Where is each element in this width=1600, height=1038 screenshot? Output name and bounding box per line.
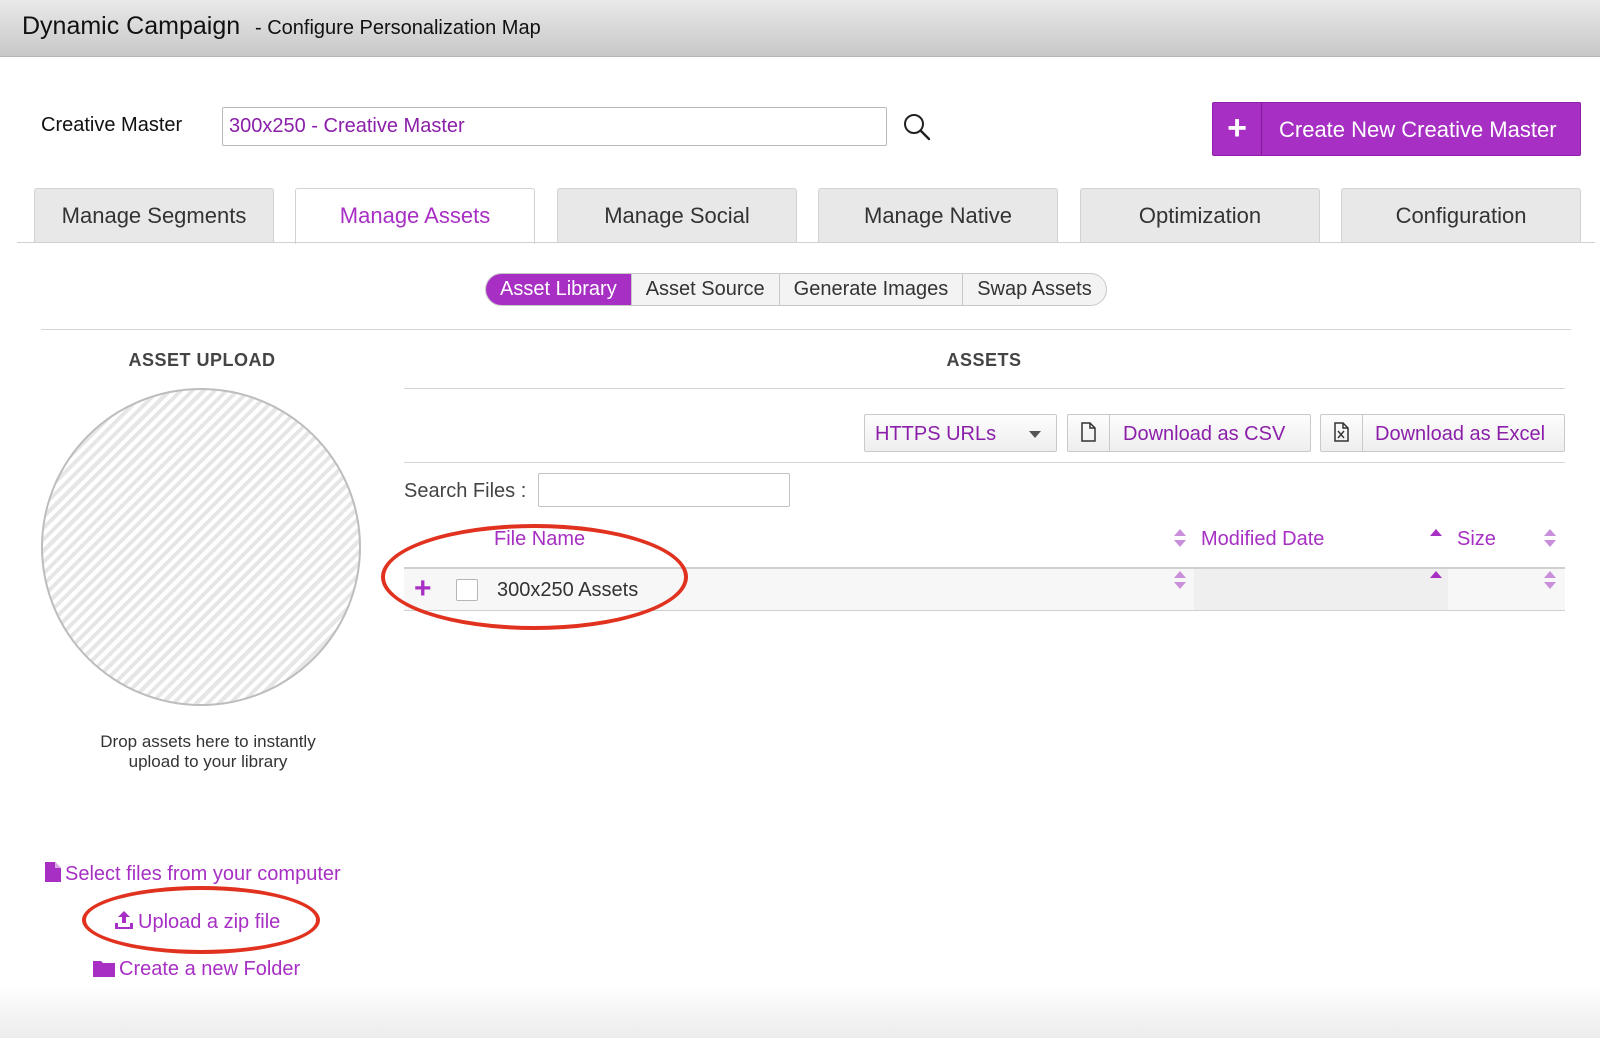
- tab-manage-assets[interactable]: Manage Assets: [295, 188, 535, 244]
- create-new-creative-master-button[interactable]: + Create New Creative Master: [1212, 102, 1581, 156]
- download-excel-button[interactable]: Download as Excel: [1320, 414, 1565, 452]
- sort-icon[interactable]: [1544, 529, 1556, 547]
- excel-file-icon: [1321, 415, 1363, 451]
- tab-manage-social[interactable]: Manage Social: [557, 188, 797, 243]
- sort-asc-icon[interactable]: [1430, 529, 1442, 547]
- table-row[interactable]: + 300x250 Assets: [404, 569, 1565, 611]
- search-files-label: Search Files :: [404, 480, 527, 502]
- create-folder-label: Create a new Folder: [119, 958, 301, 980]
- title-bar: Dynamic Campaign - Configure Personaliza…: [0, 0, 1600, 57]
- caret-down-icon: [1029, 431, 1041, 438]
- sort-icon: [1174, 571, 1186, 589]
- row-checkbox[interactable]: [456, 579, 478, 601]
- footer-bar: [0, 985, 1600, 1038]
- document-icon: [1068, 415, 1110, 451]
- subtab-asset-source[interactable]: Asset Source: [632, 274, 780, 305]
- expand-folder-icon[interactable]: +: [414, 572, 432, 606]
- modified-date-cell: [1194, 569, 1448, 610]
- magnifier-icon[interactable]: [902, 112, 932, 142]
- url-type-value: HTTPS URLs: [875, 423, 997, 445]
- asset-subtabs: Asset Library Asset Source Generate Imag…: [485, 273, 1107, 306]
- sort-icon[interactable]: [1174, 529, 1186, 547]
- subtab-generate-images[interactable]: Generate Images: [780, 274, 964, 305]
- select-files-label: Select files from your computer: [65, 863, 341, 885]
- tab-configuration[interactable]: Configuration: [1341, 188, 1581, 243]
- upload-icon: [115, 911, 133, 929]
- url-type-select[interactable]: HTTPS URLs: [864, 414, 1057, 452]
- create-folder-link[interactable]: Create a new Folder: [93, 958, 300, 981]
- tabs-divider: [17, 242, 1595, 243]
- tab-manage-native[interactable]: Manage Native: [818, 188, 1058, 243]
- download-csv-label: Download as CSV: [1123, 423, 1286, 445]
- search-files-input[interactable]: [538, 473, 790, 507]
- column-header-modified-date[interactable]: Modified Date: [1201, 528, 1324, 551]
- folder-icon: [93, 961, 115, 977]
- plus-icon: +: [1213, 103, 1262, 155]
- creative-master-label: Creative Master: [41, 114, 183, 136]
- upload-zip-label: Upload a zip file: [138, 911, 281, 933]
- assets-heading: ASSETS: [946, 350, 1022, 370]
- section-divider: [41, 329, 1571, 330]
- drop-zone-hint: Drop assets here to instantly upload to …: [60, 732, 356, 772]
- asset-drop-zone[interactable]: [41, 388, 361, 706]
- column-header-size[interactable]: Size: [1457, 528, 1496, 551]
- sort-icon: [1544, 571, 1556, 589]
- assets-divider: [404, 388, 1565, 389]
- download-csv-button[interactable]: Download as CSV: [1067, 414, 1311, 452]
- drop-hint-line-1: Drop assets here to instantly: [100, 732, 316, 751]
- tab-manage-segments[interactable]: Manage Segments: [34, 188, 274, 243]
- toolbar-divider: [404, 462, 1565, 463]
- asset-upload-heading: ASSET UPLOAD: [128, 350, 276, 370]
- drop-hint-line-2: upload to your library: [128, 752, 288, 771]
- file-icon: [45, 862, 61, 882]
- select-files-link[interactable]: Select files from your computer: [45, 862, 341, 886]
- download-excel-label: Download as Excel: [1375, 423, 1546, 445]
- create-button-label: Create New Creative Master: [1279, 117, 1557, 142]
- subtab-asset-library[interactable]: Asset Library: [486, 274, 632, 305]
- app-title: Dynamic Campaign: [22, 12, 241, 40]
- sort-asc-icon: [1430, 571, 1442, 578]
- page-subtitle: - Configure Personalization Map: [255, 17, 541, 39]
- subtab-swap-assets[interactable]: Swap Assets: [963, 274, 1106, 305]
- folder-name: 300x250 Assets: [497, 579, 639, 601]
- upload-zip-link[interactable]: Upload a zip file: [114, 910, 280, 934]
- column-header-file-name[interactable]: File Name: [494, 528, 585, 551]
- tab-optimization[interactable]: Optimization: [1080, 188, 1320, 243]
- creative-master-input[interactable]: [222, 107, 887, 146]
